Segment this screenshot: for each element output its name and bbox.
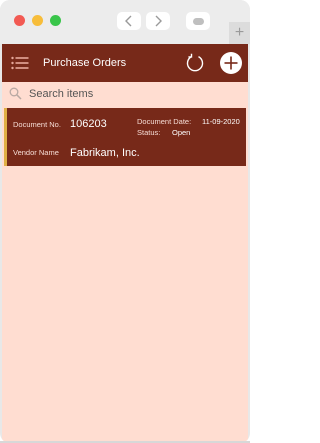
page-title: Purchase Orders [43, 57, 127, 69]
browser-titlebar: + [0, 0, 250, 44]
app-header: Purchase Orders [2, 44, 248, 82]
purchase-order-card[interactable]: Document No. 106203 Document Date: 11-09… [4, 108, 246, 166]
new-tab-button[interactable]: + [229, 22, 250, 44]
status-value: Open [172, 128, 191, 137]
vendor-name-label: Vendor Name [13, 148, 59, 157]
document-no-value: 106203 [70, 118, 107, 130]
browser-window: + Purchase Orders Search items Document … [0, 0, 250, 443]
menu-icon[interactable] [11, 56, 29, 70]
search-bar [2, 82, 248, 106]
window-maximize-button[interactable] [50, 15, 61, 26]
forward-button[interactable] [146, 12, 170, 30]
window-close-button[interactable] [14, 15, 25, 26]
search-icon [9, 87, 22, 100]
status-label: Status: [137, 128, 161, 137]
refresh-icon[interactable] [185, 53, 205, 73]
search-input[interactable] [29, 85, 239, 103]
chevron-right-icon [155, 15, 162, 27]
app-viewport: Purchase Orders Document No. 106203 Docu… [2, 44, 248, 441]
document-date-label: Document Date: [137, 117, 192, 126]
tabs-icon [192, 17, 204, 25]
window-minimize-button[interactable] [32, 15, 43, 26]
document-no-label: Document No. [13, 120, 61, 129]
document-date-value: 11-09-2020 [202, 117, 240, 126]
tab-overview-button[interactable] [186, 12, 210, 30]
vendor-name-value: Fabrikam, Inc. [70, 147, 140, 159]
chevron-left-icon [125, 15, 132, 27]
back-button[interactable] [117, 12, 141, 30]
add-icon[interactable] [220, 52, 242, 74]
